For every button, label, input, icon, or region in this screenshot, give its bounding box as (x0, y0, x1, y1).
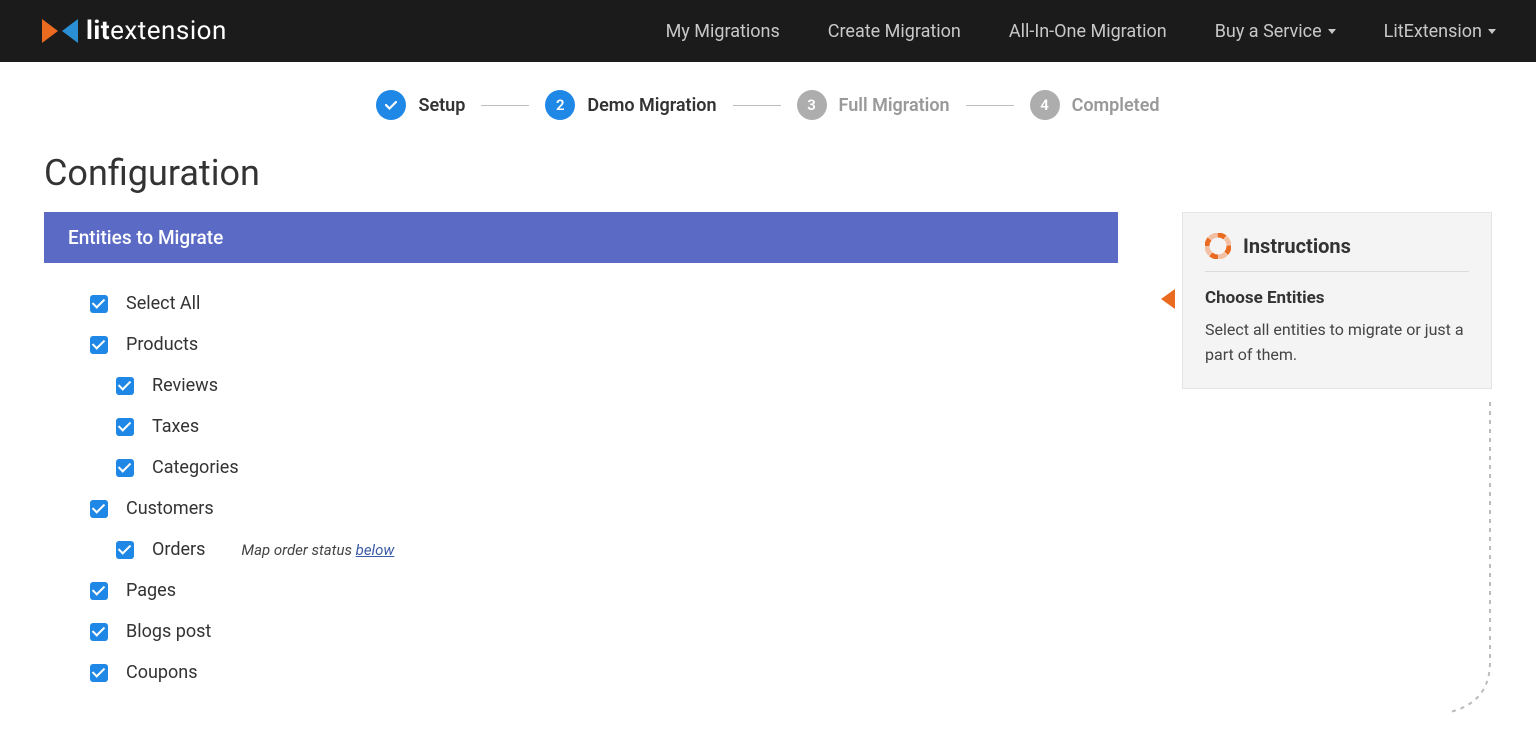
entity-label: Select All (126, 293, 200, 314)
entity-label: Pages (126, 580, 176, 601)
pointer-triangle-icon (1161, 289, 1175, 309)
entity-label: Orders (152, 539, 205, 560)
step-setup[interactable]: Setup (376, 90, 465, 120)
nav-my-migrations[interactable]: My Migrations (666, 21, 780, 42)
entity-label: Categories (152, 457, 239, 478)
instructions-body: Choose Entities Select all entities to m… (1205, 288, 1469, 368)
progress-stepper: Setup 2 Demo Migration 3 Full Migration … (0, 62, 1536, 140)
checkbox-categories[interactable] (116, 459, 134, 477)
config-column: Entities to Migrate Select All Products … (44, 212, 1118, 703)
orders-hint: Map order status below (241, 541, 394, 559)
nav-litextension[interactable]: LitExtension (1384, 21, 1496, 42)
step-full-migration[interactable]: 3 Full Migration (797, 90, 950, 120)
step-label: Setup (418, 95, 465, 116)
step-circle-pending: 4 (1030, 90, 1060, 120)
entity-reviews: Reviews (90, 375, 1094, 396)
checkbox-coupons[interactable] (90, 664, 108, 682)
checkbox-blogs[interactable] (90, 623, 108, 641)
nav-buy-service[interactable]: Buy a Service (1215, 21, 1336, 42)
entity-label: Products (126, 334, 198, 355)
checkbox-reviews[interactable] (116, 377, 134, 395)
entity-label: Coupons (126, 662, 198, 683)
instructions-title: Instructions (1243, 234, 1351, 258)
instructions-subtitle: Choose Entities (1205, 288, 1469, 308)
instructions-panel: Instructions Choose Entities Select all … (1182, 212, 1492, 389)
logo-text: litextension (86, 16, 227, 46)
entity-label: Taxes (152, 416, 199, 437)
check-icon (383, 97, 399, 113)
entity-customers: Customers (90, 498, 1094, 519)
step-circle-done (376, 90, 406, 120)
orders-hint-link[interactable]: below (356, 541, 395, 559)
entity-label: Customers (126, 498, 214, 519)
dashed-connector-icon (1452, 402, 1492, 722)
checkbox-customers[interactable] (90, 500, 108, 518)
life-ring-icon (1205, 233, 1231, 259)
step-connector (481, 105, 529, 106)
checkbox-pages[interactable] (90, 582, 108, 600)
entity-categories: Categories (90, 457, 1094, 478)
step-demo-migration[interactable]: 2 Demo Migration (545, 90, 716, 120)
page-title: Configuration (44, 152, 1492, 194)
step-label: Demo Migration (587, 95, 716, 116)
checkbox-orders[interactable] (116, 541, 134, 559)
instructions-header: Instructions (1205, 233, 1469, 272)
entity-taxes: Taxes (90, 416, 1094, 437)
entity-label: Reviews (152, 375, 218, 396)
step-circle-pending: 3 (797, 90, 827, 120)
step-label: Completed (1072, 95, 1160, 116)
nav-all-in-one[interactable]: All-In-One Migration (1009, 21, 1167, 42)
nav-litextension-label: LitExtension (1384, 21, 1482, 42)
entity-select-all: Select All (90, 293, 1094, 314)
section-entities-header: Entities to Migrate (44, 212, 1118, 263)
entities-list: Select All Products Reviews Taxes Catego… (44, 263, 1118, 683)
step-completed[interactable]: 4 Completed (1030, 90, 1160, 120)
caret-down-icon (1488, 29, 1496, 34)
checkbox-select-all[interactable] (90, 295, 108, 313)
entity-orders: Orders Map order status below (90, 539, 1094, 560)
checkbox-taxes[interactable] (116, 418, 134, 436)
nav-menu: My Migrations Create Migration All-In-On… (666, 21, 1496, 42)
step-label: Full Migration (839, 95, 950, 116)
entity-pages: Pages (90, 580, 1094, 601)
nav-buy-service-label: Buy a Service (1215, 21, 1322, 42)
entity-coupons: Coupons (90, 662, 1094, 683)
top-nav-bar: litextension My Migrations Create Migrat… (0, 0, 1536, 62)
step-connector (733, 105, 781, 106)
instructions-column: Instructions Choose Entities Select all … (1182, 212, 1492, 389)
nav-create-migration[interactable]: Create Migration (828, 21, 961, 42)
step-circle-active: 2 (545, 90, 575, 120)
brand-logo[interactable]: litextension (40, 15, 227, 47)
entity-label: Blogs post (126, 621, 211, 642)
entity-blogs: Blogs post (90, 621, 1094, 642)
caret-down-icon (1328, 29, 1336, 34)
logo-icon (40, 15, 80, 47)
step-connector (966, 105, 1014, 106)
entity-products: Products (90, 334, 1094, 355)
orders-hint-text: Map order status (241, 541, 355, 559)
instructions-text: Select all entities to migrate or just a… (1205, 318, 1469, 368)
checkbox-products[interactable] (90, 336, 108, 354)
